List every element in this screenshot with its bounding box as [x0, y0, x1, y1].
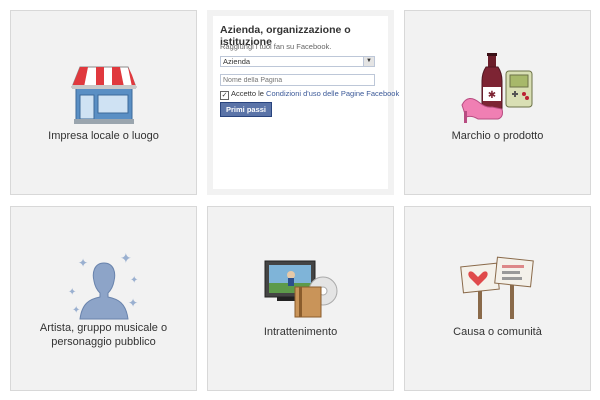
category-tile-local-business[interactable]: Impresa locale o luogo [10, 10, 197, 195]
svg-text:✦: ✦ [78, 256, 88, 270]
terms-link[interactable]: Condizioni d'uso delle Pagine Facebook [266, 89, 399, 98]
artist-silhouette-icon: ✦ ✦ ✦ ✦ ✦ ✦ [11, 241, 196, 321]
svg-text:✦: ✦ [68, 287, 76, 298]
page-name-input[interactable] [220, 74, 375, 86]
category-tile-cause[interactable]: Causa o comunità [404, 206, 591, 391]
category-select[interactable]: Azienda ▼ [220, 56, 375, 67]
category-tile-brand-product[interactable]: ✱ Marchio o prodotto [404, 10, 591, 195]
chevron-down-icon[interactable]: ▼ [363, 57, 374, 66]
cause-signs-icon [405, 241, 590, 321]
form-subtitle: Raggiungi i tuoi fan su Facebook. [220, 42, 332, 51]
category-tile-artist[interactable]: ✦ ✦ ✦ ✦ ✦ ✦ Artista, gruppo musicale o p… [10, 206, 197, 391]
svg-text:✱: ✱ [487, 90, 495, 101]
svg-text:✦: ✦ [72, 305, 80, 316]
get-started-button[interactable]: Primi passi [220, 102, 273, 117]
category-tile-entertainment[interactable]: Intrattenimento [207, 206, 394, 391]
category-label: Intrattenimento [263, 326, 338, 338]
brand-product-icon: ✱ [405, 45, 590, 125]
terms-checkbox[interactable]: ✓ [220, 91, 229, 100]
svg-text:✦: ✦ [130, 275, 138, 286]
category-label: Marchio o prodotto [451, 130, 544, 142]
svg-text:✦: ✦ [128, 296, 138, 310]
category-label: Causa o comunità [453, 326, 542, 338]
category-label: Artista, gruppo musicale o personaggio p… [39, 322, 168, 348]
storefront-icon [11, 45, 196, 125]
category-label: Impresa locale o luogo [48, 130, 159, 142]
terms-row: ✓ Accetto le Condizioni d'uso delle Pagin… [220, 89, 399, 100]
category-tile-company-form: Azienda, organizzazione o istituzione Ra… [207, 10, 399, 195]
select-value: Azienda [223, 57, 251, 66]
accept-text: Accetto le [231, 89, 264, 98]
entertainment-icon [208, 241, 393, 321]
svg-text:✦: ✦ [120, 251, 132, 267]
